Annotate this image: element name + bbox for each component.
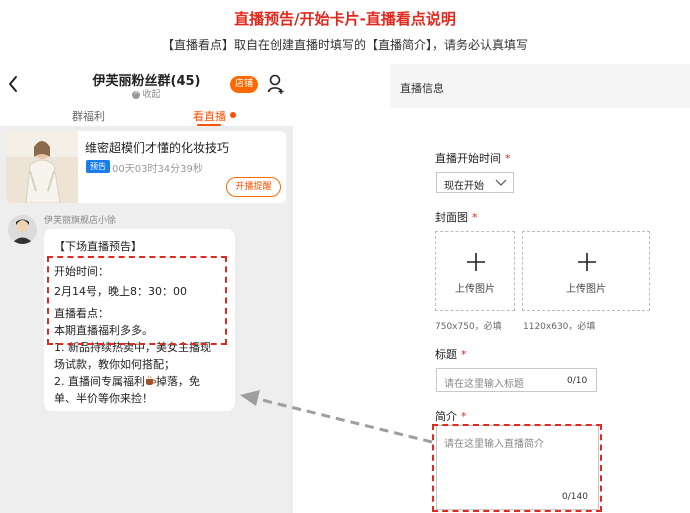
highlights-line: 2. 直播间专属福利 掉落，免	[54, 373, 200, 390]
mapping-arrow-icon	[240, 390, 433, 444]
start-time-select[interactable]: 现在开始	[436, 172, 514, 193]
cover-field-label: 封面图 *	[435, 211, 478, 224]
title-field-label: 标题 *	[435, 348, 467, 361]
shop-button[interactable]: 店铺	[230, 76, 258, 93]
countdown-timer: 00天03时34分39秒	[112, 164, 203, 175]
highlights-text: 2. 直播间专属福利	[54, 375, 145, 388]
required-mark: *	[505, 152, 511, 165]
highlight-marker-right	[432, 424, 602, 512]
live-title: 维密超模们才懂的化妆技巧	[85, 141, 230, 155]
cover-size-hint: 750x750，必填	[435, 322, 502, 332]
title-char-counter: 0/10	[567, 376, 588, 386]
required-mark: *	[461, 348, 467, 361]
intro-field-label: 简介 *	[435, 410, 467, 423]
sender-avatar	[8, 215, 37, 244]
highlights-line: 场试款，教你如何搭配；	[54, 358, 175, 371]
collect-label: 收起	[142, 90, 161, 100]
section-title: 直播信息	[400, 82, 444, 95]
active-tab-indicator	[197, 124, 221, 126]
coffee-emoji-icon	[146, 375, 157, 385]
person-icon[interactable]	[267, 74, 285, 94]
title-placeholder: 请在这里输入标题	[444, 379, 524, 390]
cover-upload-wide[interactable]: 上传图片	[522, 231, 650, 311]
upload-label: 上传图片	[455, 284, 495, 295]
page-subtitle: 【直播看点】取自在创建直播时填写的【直播简介】，请务必认真填写	[161, 38, 528, 52]
form-section-header: 直播信息	[390, 64, 690, 108]
required-mark: *	[472, 211, 478, 224]
live-cover-thumbnail	[6, 131, 78, 203]
cover-upload-square[interactable]: 上传图片	[435, 231, 515, 311]
highlights-text: 掉落，免	[156, 375, 200, 388]
start-time-field-label: 直播开始时间 *	[435, 152, 511, 165]
cover-size-hint: 1120x630，必填	[523, 322, 596, 332]
sender-name: 伊芙丽旗舰店小徐	[44, 216, 117, 226]
title-input[interactable]: 请在这里输入标题 0/10	[436, 368, 597, 392]
message-heading: 【下场直播预告】	[54, 240, 142, 253]
chat-tabs: 群福利 看直播	[0, 104, 293, 126]
chat-top-bar: 伊芙丽粉丝群(45) ^ 收起 店铺	[0, 64, 293, 104]
tab-group-welfare[interactable]: 群福利	[72, 108, 105, 124]
page-title: 直播预告/开始卡片-直播看点说明	[234, 10, 456, 28]
preview-tag: 预告	[86, 160, 110, 173]
live-preview-card[interactable]: 维密超模们才懂的化妆技巧 预告 00天03时34分39秒 开播提醒	[6, 131, 286, 203]
highlights-line: 单、半价等你来捡！	[54, 392, 153, 405]
remind-button[interactable]: 开播提醒	[226, 177, 281, 197]
chevron-up-icon: ^	[132, 90, 141, 99]
start-time-select-value: 现在开始	[444, 181, 484, 192]
new-dot-badge	[230, 112, 236, 118]
highlight-marker-left	[47, 256, 227, 345]
tab-watch-live[interactable]: 看直播	[193, 108, 226, 124]
chevron-down-icon	[495, 179, 507, 186]
upload-label: 上传图片	[566, 284, 606, 295]
required-mark: *	[461, 410, 467, 423]
plus-icon	[467, 253, 485, 271]
plus-icon	[578, 253, 596, 271]
